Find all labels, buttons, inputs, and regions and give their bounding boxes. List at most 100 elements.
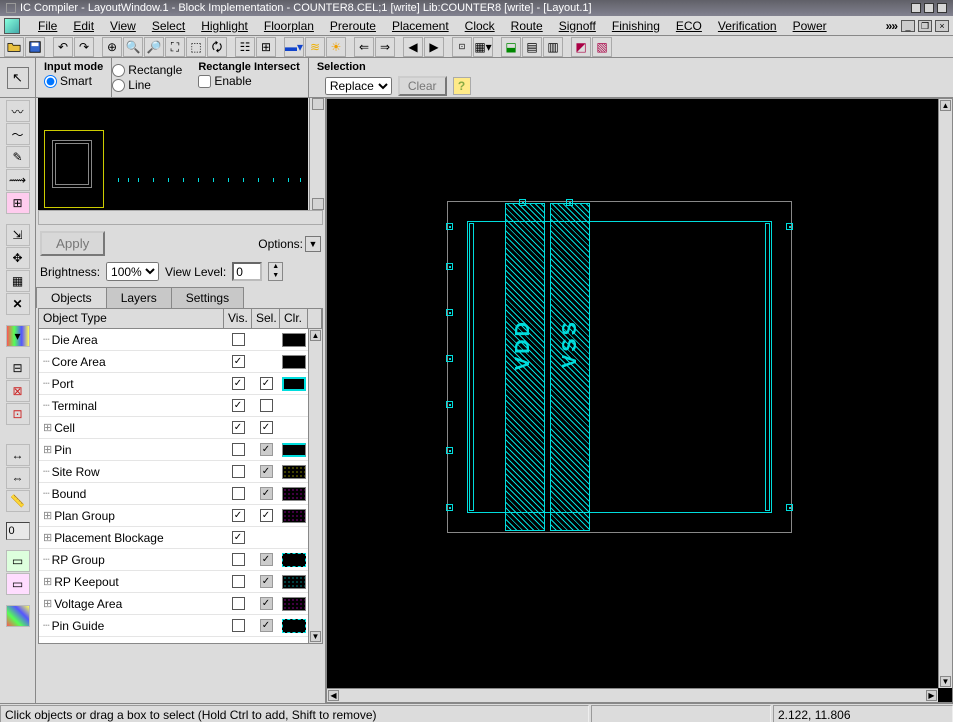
- table-row[interactable]: ┄Pin Guide✓: [39, 615, 322, 637]
- menu-select[interactable]: Select: [144, 19, 193, 33]
- mdi-minimize[interactable]: _: [901, 20, 915, 32]
- snap-icon[interactable]: ⊡: [452, 37, 472, 57]
- table-row[interactable]: ┄RP Group✓: [39, 549, 322, 571]
- pan-icon[interactable]: ⬚: [186, 37, 206, 57]
- canvas-v-scroll[interactable]: ▲▼: [938, 99, 952, 688]
- tab-objects[interactable]: Objects: [36, 287, 107, 308]
- misc5-icon[interactable]: ▧: [592, 37, 612, 57]
- rail-layer-icon[interactable]: ▾: [6, 325, 30, 347]
- overview-h-scroll[interactable]: [38, 210, 323, 225]
- table-row[interactable]: ┄Core Area✓: [39, 351, 322, 373]
- line-radio[interactable]: Line: [112, 78, 151, 92]
- menu-edit[interactable]: Edit: [65, 19, 102, 33]
- sys-menu-icon[interactable]: [6, 3, 16, 13]
- menu-preroute[interactable]: Preroute: [322, 19, 384, 33]
- layout-canvas[interactable]: VDD VSS: [327, 99, 938, 688]
- table-row[interactable]: ┄Terminal✓: [39, 395, 322, 417]
- save-icon[interactable]: [25, 37, 45, 57]
- menu-finishing[interactable]: Finishing: [604, 19, 668, 33]
- maximize-button[interactable]: [924, 3, 934, 13]
- table-row[interactable]: ⊞Voltage Area✓: [39, 593, 322, 615]
- table-row[interactable]: ┄Bound✓: [39, 483, 322, 505]
- close-button[interactable]: [937, 3, 947, 13]
- table-row[interactable]: ┄Port✓✓: [39, 373, 322, 395]
- menu-file[interactable]: File: [30, 19, 65, 33]
- refresh-icon[interactable]: 🗘: [207, 37, 227, 57]
- rail-curve2-icon[interactable]: 〜: [6, 123, 30, 145]
- next-icon[interactable]: ▶: [424, 37, 444, 57]
- mdi-close[interactable]: ×: [935, 20, 949, 32]
- tool-b-icon[interactable]: ⊞: [256, 37, 276, 57]
- rail-measure-icon[interactable]: 📏: [6, 490, 30, 512]
- misc2-icon[interactable]: ▤: [522, 37, 542, 57]
- forward-icon[interactable]: ⇒: [375, 37, 395, 57]
- clear-button[interactable]: Clear: [398, 76, 447, 96]
- rail-edit-icon[interactable]: ✎: [6, 146, 30, 168]
- table-row[interactable]: ┄Site Row✓: [39, 461, 322, 483]
- col-sel[interactable]: Sel.: [252, 309, 280, 328]
- brightness-select[interactable]: 100%: [106, 262, 159, 281]
- overview-v-scroll[interactable]: [309, 98, 324, 210]
- menu-clock[interactable]: Clock: [457, 19, 503, 33]
- pointer-mode-icon[interactable]: ↖: [7, 67, 29, 89]
- options-dropdown[interactable]: ▼: [305, 236, 321, 252]
- rail-align2-icon[interactable]: ⊠: [6, 380, 30, 402]
- zoom-target-icon[interactable]: ⊕: [102, 37, 122, 57]
- sun-icon[interactable]: ☀: [326, 37, 346, 57]
- rail-curve1-icon[interactable]: 〰: [6, 100, 30, 122]
- rail-move-icon[interactable]: ⇲: [6, 224, 30, 246]
- zoom-in-icon[interactable]: 🔍: [123, 37, 143, 57]
- col-object-type[interactable]: Object Type: [39, 309, 224, 328]
- col-vis[interactable]: Vis.: [224, 309, 252, 328]
- redo-icon[interactable]: ↷: [74, 37, 94, 57]
- rail-grid-icon[interactable]: ▦: [6, 270, 30, 292]
- overview-panel[interactable]: [38, 98, 323, 210]
- misc1-icon[interactable]: ⬓: [501, 37, 521, 57]
- mdi-restore[interactable]: ❐: [918, 20, 932, 32]
- menu-route[interactable]: Route: [503, 19, 551, 33]
- selection-mode-select[interactable]: Replace: [325, 77, 392, 95]
- prev-icon[interactable]: ◀: [403, 37, 423, 57]
- table-row[interactable]: ┄Die Area: [39, 329, 322, 351]
- table-row[interactable]: ⊞Placement Blockage✓: [39, 527, 322, 549]
- rail-place-icon[interactable]: ⊞: [6, 192, 30, 214]
- menu-highlight[interactable]: Highlight: [193, 19, 256, 33]
- undo-icon[interactable]: ↶: [53, 37, 73, 57]
- tool-a-icon[interactable]: ☷: [235, 37, 255, 57]
- rectangle-radio[interactable]: Rectangle: [112, 63, 182, 77]
- view-level-spinner[interactable]: ▲▼: [268, 262, 283, 281]
- enable-check[interactable]: Enable: [198, 74, 251, 88]
- rail-center-icon[interactable]: ✥: [6, 247, 30, 269]
- col-clr[interactable]: Clr.: [280, 309, 308, 328]
- menu-floorplan[interactable]: Floorplan: [256, 19, 322, 33]
- rail-color1-icon[interactable]: ▭: [6, 550, 30, 572]
- menu-view[interactable]: View: [102, 19, 144, 33]
- rail-palette-icon[interactable]: [6, 605, 30, 627]
- menu-overflow[interactable]: »»: [886, 19, 901, 33]
- rail-delete-icon[interactable]: ✕: [6, 293, 30, 315]
- menu-placement[interactable]: Placement: [384, 19, 457, 33]
- view-level-input[interactable]: [232, 262, 262, 281]
- highlight-icon[interactable]: ▬▾: [284, 37, 304, 57]
- menu-eco[interactable]: ECO: [668, 19, 710, 33]
- table-row[interactable]: ⊞RP Keepout✓: [39, 571, 322, 593]
- misc3-icon[interactable]: ▥: [543, 37, 563, 57]
- grid-icon[interactable]: ▦▾: [473, 37, 493, 57]
- table-row[interactable]: ⊞Cell✓✓: [39, 417, 322, 439]
- misc4-icon[interactable]: ◩: [571, 37, 591, 57]
- menu-verification[interactable]: Verification: [710, 19, 785, 33]
- object-table-scroll[interactable]: ▲ ▼: [308, 329, 322, 643]
- rail-route-icon[interactable]: ⟿: [6, 169, 30, 191]
- menu-power[interactable]: Power: [785, 19, 835, 33]
- rail-dim1-icon[interactable]: ↔: [6, 444, 30, 466]
- apply-button[interactable]: Apply: [40, 231, 105, 256]
- table-row[interactable]: ⊞Plan Group✓✓: [39, 505, 322, 527]
- open-icon[interactable]: [4, 37, 24, 57]
- rail-align3-icon[interactable]: ⊡: [6, 403, 30, 425]
- zoom-fit-icon[interactable]: ⛶: [165, 37, 185, 57]
- tool-c-icon[interactable]: ≋: [305, 37, 325, 57]
- minimize-button[interactable]: [911, 3, 921, 13]
- rail-align1-icon[interactable]: ⊟: [6, 357, 30, 379]
- menu-signoff[interactable]: Signoff: [551, 19, 604, 33]
- canvas-h-scroll[interactable]: ◀▶: [327, 688, 938, 702]
